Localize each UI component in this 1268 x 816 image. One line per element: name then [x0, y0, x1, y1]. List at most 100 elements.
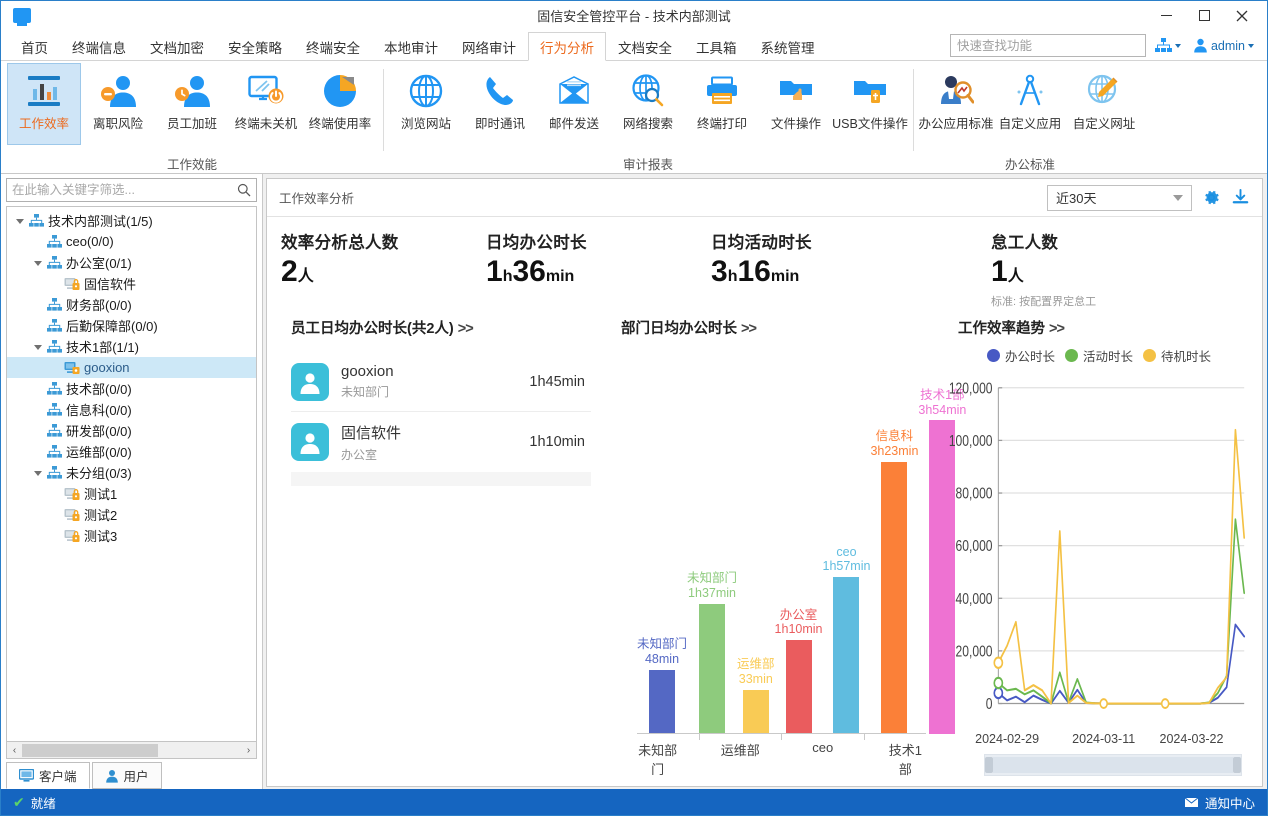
bar-rect[interactable]: [833, 577, 860, 734]
employee-panel-more[interactable]: >>: [458, 321, 474, 337]
bar-rect[interactable]: [699, 603, 726, 734]
tree-node[interactable]: 测试1: [7, 483, 256, 504]
employee-row[interactable]: gooxion 未知部门 1h45min: [291, 352, 591, 412]
tree-node[interactable]: 办公室(0/1): [7, 252, 256, 273]
scroll-left-button[interactable]: ‹: [7, 743, 22, 758]
trend-panel-more[interactable]: >>: [1049, 321, 1065, 337]
tree-node[interactable]: ceo(0/0): [7, 231, 256, 252]
scroll-thumb[interactable]: [22, 743, 158, 757]
quick-search-input[interactable]: [949, 34, 1146, 57]
department-panel-more[interactable]: >>: [741, 321, 757, 337]
ribbon-button-mail[interactable]: 邮件发送: [537, 63, 611, 145]
tree-node[interactable]: 信息科(0/0): [7, 399, 256, 420]
ribbon-button-user-clock[interactable]: 员工加班: [155, 63, 229, 145]
ribbon-button-phone[interactable]: 即时通讯: [463, 63, 537, 145]
menu-item-7[interactable]: 行为分析: [528, 32, 606, 61]
bar-rect[interactable]: [785, 640, 812, 734]
tree-horizontal-scrollbar[interactable]: ‹ ›: [6, 742, 257, 759]
department-panel-title[interactable]: 部门日均办公时长 >>: [605, 309, 942, 342]
tree-node[interactable]: 财务部(0/0): [7, 294, 256, 315]
bar-column[interactable]: 未知部门 1h37min: [687, 356, 737, 734]
legend-item-2[interactable]: 待机时长: [1143, 346, 1211, 365]
expander-collapse-icon[interactable]: [13, 210, 27, 231]
menu-item-3[interactable]: 安全策略: [216, 32, 294, 61]
legend-item-0[interactable]: 办公时长: [986, 346, 1055, 365]
bar-rect[interactable]: [742, 689, 769, 734]
bar-column[interactable]: ceo 1h57min: [823, 356, 870, 734]
export-button[interactable]: [1231, 188, 1250, 207]
menu-item-6[interactable]: 网络审计: [450, 32, 528, 61]
settings-button[interactable]: [1202, 188, 1221, 207]
ribbon-button-folder-hand[interactable]: 文件操作: [759, 63, 833, 145]
tree-node[interactable]: 测试2: [7, 504, 256, 525]
menu-item-0[interactable]: 首页: [9, 32, 60, 61]
org-switch-button[interactable]: [1152, 38, 1184, 53]
notification-center-button[interactable]: 通知中心: [1183, 793, 1255, 812]
menu-item-1[interactable]: 终端信息: [60, 32, 138, 61]
ribbon-button-folder-usb[interactable]: USB文件操作: [832, 63, 908, 145]
legend-item-1[interactable]: 活动时长: [1064, 346, 1133, 365]
range-slider-left-handle[interactable]: [985, 757, 993, 773]
date-range-select[interactable]: 近30天: [1047, 184, 1192, 211]
scroll-track[interactable]: [22, 743, 241, 758]
tree-node[interactable]: 后勤保障部(0/0): [7, 315, 256, 336]
ribbon-button-globe-search[interactable]: 网络搜索: [611, 63, 685, 145]
tree-filter-input[interactable]: [7, 183, 232, 197]
menu-item-9[interactable]: 工具箱: [684, 32, 749, 61]
tree-node[interactable]: 技术内部测试(1/5): [7, 210, 256, 231]
employee-row[interactable]: 固信软件 办公室 1h10min: [291, 412, 591, 472]
ribbon-button-pie-chart[interactable]: 终端使用率: [303, 63, 377, 145]
series-point[interactable]: [1099, 698, 1108, 709]
ribbon-button-monitor-power[interactable]: 终端未关机: [229, 63, 303, 145]
sidebar-tab-0[interactable]: 客户端: [6, 762, 90, 789]
maximize-button[interactable]: [1185, 3, 1223, 29]
tree-node[interactable]: 未分组(0/3): [7, 462, 256, 483]
series-point[interactable]: [993, 656, 1004, 669]
scroll-right-button[interactable]: ›: [241, 743, 256, 758]
user-menu-button[interactable]: admin: [1190, 38, 1257, 53]
ribbon-button-user-search[interactable]: 办公应用标准: [919, 63, 994, 145]
ribbon-button-globe[interactable]: 浏览网站: [389, 63, 463, 145]
series-line-2[interactable]: [997, 428, 1246, 705]
series-point[interactable]: [993, 676, 1004, 690]
expander-collapse-icon[interactable]: [31, 336, 45, 357]
bar-column[interactable]: 运维部 33min: [737, 356, 775, 734]
menu-item-5[interactable]: 本地审计: [372, 32, 450, 61]
org-tree[interactable]: 技术内部测试(1/5) ceo(0/0) 办公室(0/1) 固信软件 财务部(0…: [6, 206, 257, 742]
trend-chart-range-slider[interactable]: [984, 754, 1242, 776]
expander-collapse-icon[interactable]: [31, 252, 45, 273]
trend-chart-plot[interactable]: 0 20,000 40,000 60,000 80,000 100,000 120,000 …: [948, 373, 1250, 780]
series-point[interactable]: [993, 686, 1004, 700]
bar-rect[interactable]: [881, 461, 908, 734]
tree-node[interactable]: 运维部(0/0): [7, 441, 256, 462]
employee-panel-title[interactable]: 员工日均办公时长(共2人) >>: [275, 309, 605, 342]
bar-column[interactable]: 未知部门 48min: [637, 356, 687, 734]
bar-rect[interactable]: [649, 669, 675, 734]
ribbon-button-bar-chart[interactable]: 工作效率: [7, 63, 81, 145]
tree-node[interactable]: 技术部(0/0): [7, 378, 256, 399]
minimize-button[interactable]: [1147, 3, 1185, 29]
trend-line-chart[interactable]: 办公时长 活动时长 待机时长 0 20,000 40,000 60,000 80,000 10…: [948, 342, 1250, 780]
menu-item-4[interactable]: 终端安全: [294, 32, 372, 61]
trend-panel-title[interactable]: 工作效率趋势 >>: [942, 309, 1254, 342]
department-bar-chart[interactable]: 未知部门 48min 未知部门 1h37min 运维部 33min 办公室 1h10min ce…: [619, 342, 966, 780]
expander-collapse-icon[interactable]: [31, 462, 45, 483]
bar-column[interactable]: 办公室 1h10min: [775, 356, 823, 734]
series-line-1[interactable]: [997, 518, 1246, 705]
tree-filter-search-button[interactable]: [232, 179, 256, 201]
tree-node[interactable]: 测试3: [7, 525, 256, 546]
tree-node[interactable]: gooxion: [7, 357, 256, 378]
menu-item-8[interactable]: 文档安全: [606, 32, 684, 61]
range-slider-right-handle[interactable]: [1233, 757, 1241, 773]
series-point[interactable]: [1160, 698, 1170, 709]
sidebar-tab-1[interactable]: 用户: [91, 762, 162, 789]
tree-node[interactable]: 技术1部(1/1): [7, 336, 256, 357]
ribbon-button-printer[interactable]: 终端打印: [685, 63, 759, 145]
bar-column[interactable]: 信息科 3h23min: [870, 356, 918, 734]
ribbon-button-compass[interactable]: 自定义应用: [993, 63, 1067, 145]
ribbon-button-user-minus[interactable]: 离职风险: [81, 63, 155, 145]
close-button[interactable]: [1223, 3, 1261, 29]
menu-item-10[interactable]: 系统管理: [749, 32, 827, 61]
menu-item-2[interactable]: 文档加密: [138, 32, 216, 61]
tree-node[interactable]: 研发部(0/0): [7, 420, 256, 441]
